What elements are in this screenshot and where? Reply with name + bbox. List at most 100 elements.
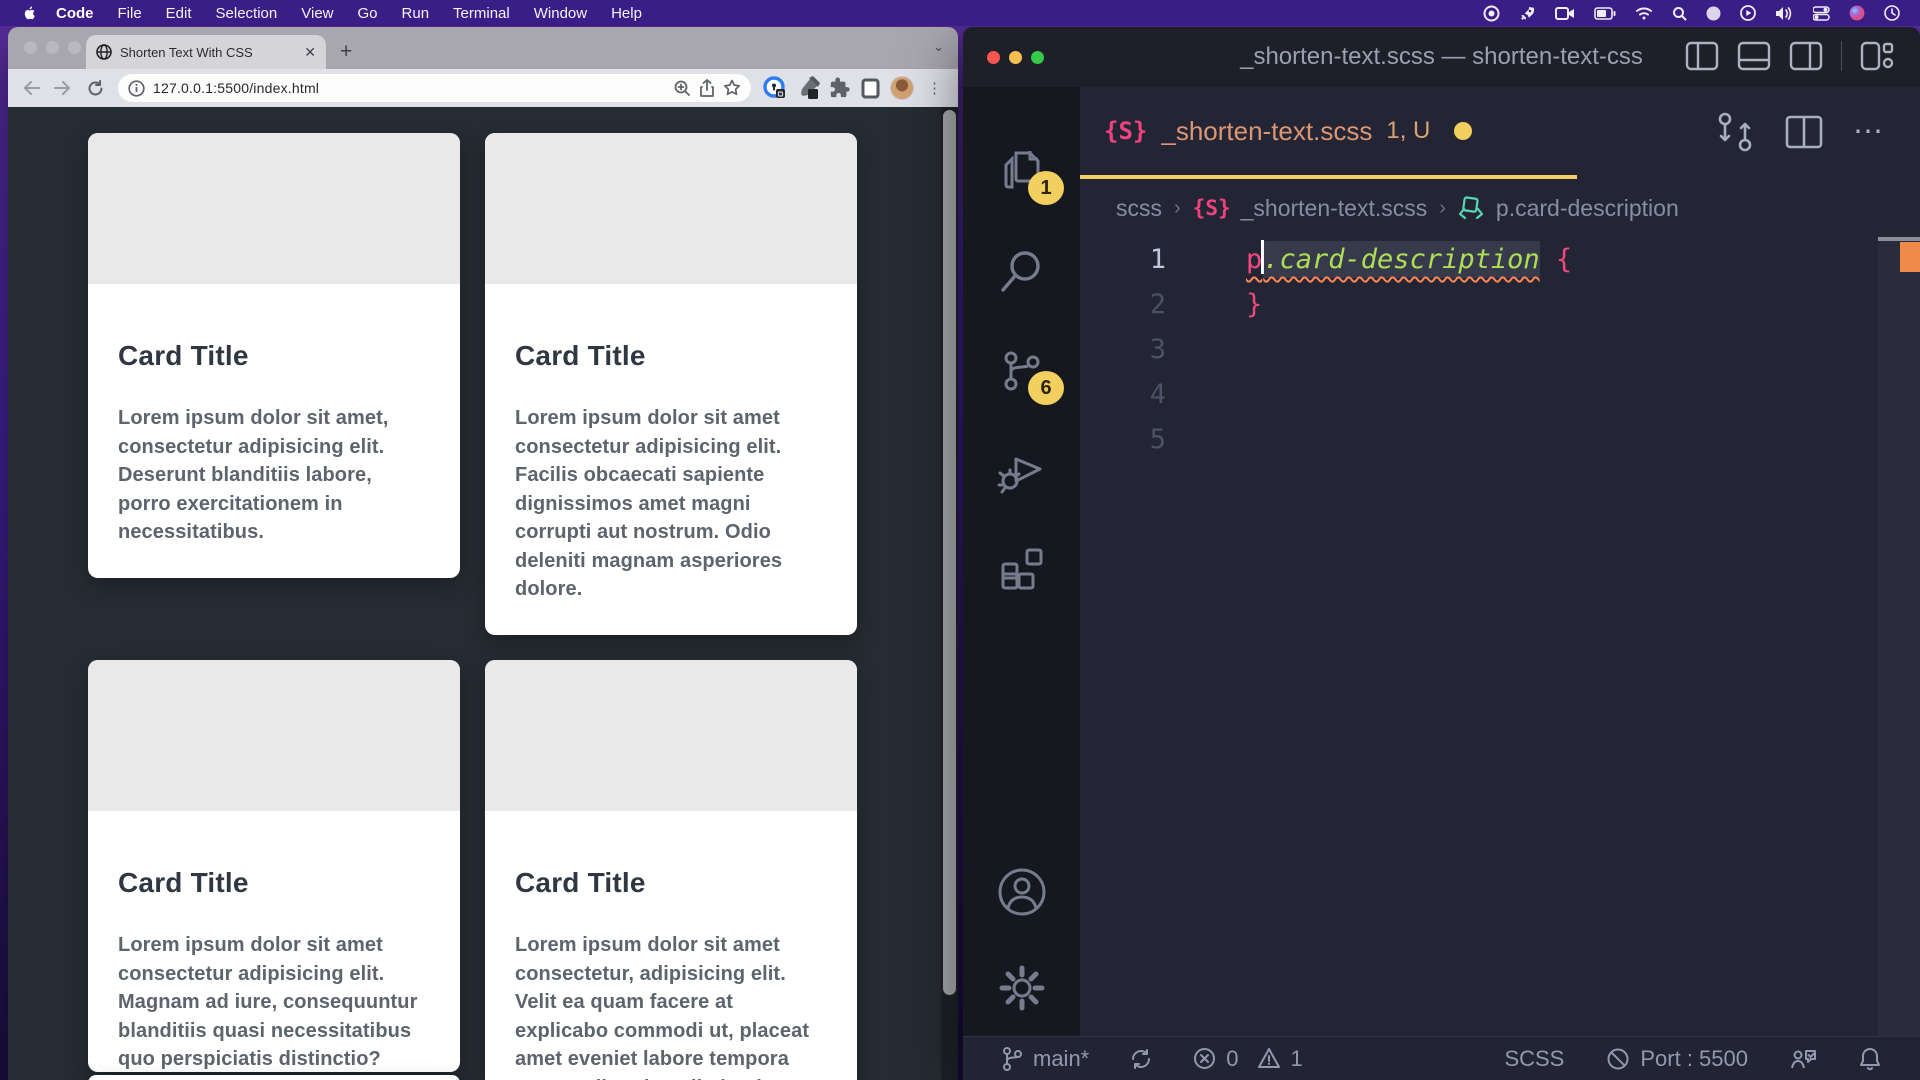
record-icon[interactable] <box>1483 5 1500 22</box>
vscode-window: _shorten-text.scss — shorten-text-css 1 … <box>963 27 1920 1080</box>
menu-window[interactable]: Window <box>534 5 587 22</box>
rocket-icon[interactable] <box>1519 5 1536 22</box>
camera-icon[interactable] <box>1555 6 1575 21</box>
breadcrumb-folder[interactable]: scss <box>1116 195 1162 222</box>
code-content[interactable]: p.card-description { } <box>1210 237 1920 1036</box>
tab-close-icon[interactable]: ✕ <box>304 44 316 61</box>
menu-terminal[interactable]: Terminal <box>453 5 510 22</box>
branch-name: main* <box>1033 1046 1089 1072</box>
code-editor[interactable]: 1 2 3 4 5 p.card-description { } <box>1080 237 1920 1036</box>
scrollbar-thumb[interactable] <box>943 110 956 995</box>
menu-kebab-icon[interactable]: ⋮ <box>923 79 946 97</box>
toggle-sidebar-icon[interactable] <box>1685 41 1719 71</box>
bookmark-star-icon[interactable] <box>723 79 741 97</box>
control-center-icon[interactable] <box>1813 6 1830 21</box>
code-line-2[interactable]: } <box>1246 282 1920 327</box>
vscode-minimize-button[interactable] <box>1009 51 1022 64</box>
spotlight-search-icon[interactable] <box>1672 6 1687 21</box>
code-line-1[interactable]: p.card-description { <box>1246 237 1920 282</box>
menu-view[interactable]: View <box>301 5 333 22</box>
tab-overflow-chevron-icon[interactable]: ⌄ <box>933 39 944 55</box>
address-bar[interactable]: 127.0.0.1:5500/index.html <box>118 74 751 102</box>
menu-edit[interactable]: Edit <box>166 5 192 22</box>
site-info-icon[interactable] <box>128 80 145 97</box>
password-extension-icon[interactable] <box>763 76 787 100</box>
toggle-panel-icon[interactable] <box>1737 41 1771 71</box>
browser-tab[interactable]: Shorten Text With CSS ✕ <box>86 35 326 69</box>
menu-go[interactable]: Go <box>358 5 378 22</box>
split-editor-icon[interactable] <box>1785 115 1823 149</box>
menu-app-name[interactable]: Code <box>56 5 94 22</box>
settings-gear-icon[interactable] <box>963 940 1080 1036</box>
back-button[interactable] <box>18 80 44 96</box>
volume-icon[interactable] <box>1775 6 1794 21</box>
clock-icon[interactable] <box>1884 5 1900 21</box>
chrome-minimize-button[interactable] <box>46 41 59 54</box>
zoom-icon[interactable] <box>673 79 691 97</box>
explorer-icon[interactable]: 1 <box>963 121 1080 221</box>
apple-icon[interactable] <box>22 4 38 22</box>
live-server-port[interactable]: Port : 5500 <box>1606 1046 1748 1072</box>
chrome-tab-strip: Shorten Text With CSS ✕ + ⌄ <box>8 27 958 69</box>
source-control-badge: 6 <box>1028 371 1064 405</box>
editor-tab[interactable]: {S} _shorten-text.scss 1, U <box>1080 87 1577 179</box>
port-label: Port : 5500 <box>1640 1046 1748 1072</box>
extensions-icon[interactable] <box>963 521 1080 621</box>
screenshot-extension-icon[interactable] <box>860 78 881 99</box>
play-icon[interactable] <box>1740 5 1756 21</box>
unsaved-changes-dot[interactable] <box>1454 122 1472 140</box>
editor-scrollbar[interactable] <box>1878 237 1920 1036</box>
problems-indicator[interactable]: 0 1 <box>1193 1046 1303 1072</box>
menu-run[interactable]: Run <box>402 5 430 22</box>
siri-icon[interactable] <box>1849 5 1865 21</box>
menu-selection[interactable]: Selection <box>216 5 278 22</box>
card-image-placeholder <box>88 660 460 811</box>
error-icon <box>1193 1047 1216 1070</box>
error-count: 0 <box>1226 1046 1238 1072</box>
chrome-close-button[interactable] <box>24 41 37 54</box>
new-tab-button[interactable]: + <box>340 40 352 64</box>
wifi-icon[interactable] <box>1635 6 1653 20</box>
git-branch-indicator[interactable]: main* <box>1001 1046 1089 1072</box>
line-number: 5 <box>1080 417 1166 462</box>
breadcrumb-symbol[interactable]: p.card-description <box>1496 195 1679 222</box>
card-description: Lorem ipsum dolor sit amet consectetur, … <box>515 931 827 1080</box>
battery-icon[interactable] <box>1594 7 1616 20</box>
forward-button[interactable] <box>50 80 76 96</box>
page-scrollbar[interactable] <box>941 107 958 1080</box>
bell-icon <box>1858 1046 1882 1072</box>
open-changes-icon[interactable] <box>1715 111 1755 153</box>
line-number: 3 <box>1080 327 1166 372</box>
extensions-puzzle-icon[interactable] <box>829 77 851 99</box>
customize-layout-icon[interactable] <box>1860 41 1894 71</box>
breadcrumb-file[interactable]: _shorten-text.scss <box>1241 195 1428 222</box>
menu-help[interactable]: Help <box>611 5 642 22</box>
vscode-zoom-button[interactable] <box>1031 51 1044 64</box>
share-icon[interactable] <box>699 79 715 97</box>
feedback-button[interactable] <box>1790 1047 1816 1071</box>
run-debug-icon[interactable] <box>963 421 1080 521</box>
sync-button[interactable] <box>1129 1047 1153 1071</box>
tab-file-name: _shorten-text.scss <box>1161 116 1372 147</box>
search-icon[interactable] <box>963 221 1080 321</box>
chrome-toolbar: 127.0.0.1:5500/index.html ⋮ <box>8 69 958 107</box>
profile-avatar[interactable] <box>890 76 914 100</box>
circle-app-icon[interactable] <box>1706 6 1721 21</box>
vscode-close-button[interactable] <box>987 51 1000 64</box>
explorer-badge: 1 <box>1028 171 1064 205</box>
reload-button[interactable] <box>82 80 108 97</box>
toggle-secondary-sidebar-icon[interactable] <box>1789 41 1823 71</box>
chrome-zoom-button[interactable] <box>68 41 81 54</box>
source-control-icon[interactable]: 6 <box>963 321 1080 421</box>
url-text[interactable]: 127.0.0.1:5500/index.html <box>153 80 665 96</box>
menu-file[interactable]: File <box>118 5 142 22</box>
accounts-icon[interactable] <box>963 844 1080 940</box>
card-title: Card Title <box>515 340 827 372</box>
divider <box>1841 41 1842 71</box>
colorpicker-extension-icon[interactable] <box>796 76 820 100</box>
vscode-title-bar: _shorten-text.scss — shorten-text-css <box>963 27 1920 87</box>
language-mode-indicator[interactable]: SCSS <box>1504 1046 1564 1072</box>
more-actions-icon[interactable]: ⋯ <box>1853 122 1886 142</box>
notifications-button[interactable] <box>1858 1046 1882 1072</box>
chevron-right-icon: › <box>1174 197 1181 220</box>
